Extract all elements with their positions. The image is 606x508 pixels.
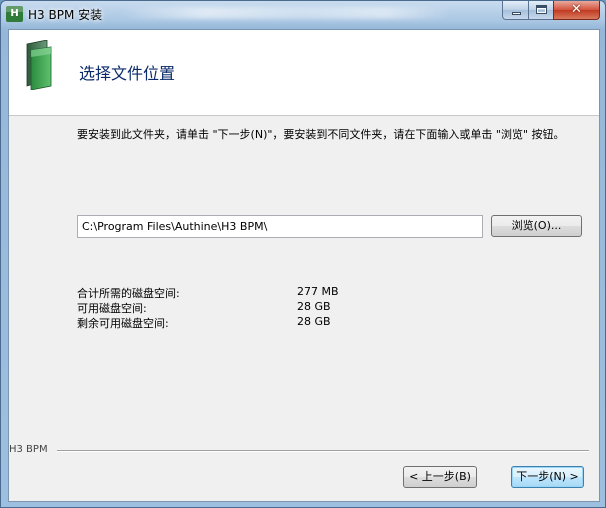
dialog-header: 选择文件位置 bbox=[9, 30, 599, 116]
space-required-value: 277 MB bbox=[297, 285, 339, 298]
next-button[interactable]: 下一步(N) > bbox=[511, 466, 584, 488]
footer-separator bbox=[57, 450, 589, 452]
install-path-input[interactable]: C:\Program Files\Authine\H3 BPM\ bbox=[77, 215, 483, 238]
dialog-body: 选择文件位置 要安装到此文件夹，请单击 "下一步(N)"，要安装到不同文件夹，请… bbox=[8, 29, 600, 502]
space-remaining-label: 剩余可用磁盘空间: bbox=[77, 317, 169, 330]
footer-brand: H3 BPM bbox=[9, 444, 48, 455]
window-title: H3 BPM 安装 bbox=[28, 8, 103, 22]
close-button[interactable]: ✕ bbox=[553, 1, 600, 20]
title-glass-glare bbox=[121, 7, 451, 19]
minimize-button[interactable] bbox=[502, 1, 529, 20]
maximize-icon bbox=[536, 5, 547, 14]
minimize-icon bbox=[512, 12, 521, 15]
space-available-value: 28 GB bbox=[297, 300, 331, 313]
close-icon: ✕ bbox=[571, 2, 582, 17]
space-required-label: 合计所需的磁盘空间: bbox=[77, 287, 180, 300]
title-bar[interactable]: H H3 BPM 安装 ✕ bbox=[1, 1, 605, 29]
back-button[interactable]: < 上一步(B) bbox=[403, 466, 477, 488]
space-remaining-value: 28 GB bbox=[297, 315, 331, 328]
folder-icon bbox=[26, 40, 52, 90]
instruction-text: 要安装到此文件夹，请单击 "下一步(N)"，要安装到不同文件夹，请在下面输入或单… bbox=[77, 128, 565, 141]
space-available-label: 可用磁盘空间: bbox=[77, 302, 147, 315]
browse-button[interactable]: 浏览(O)... bbox=[491, 215, 582, 237]
installer-window: H H3 BPM 安装 ✕ 选择文件位置 要安装到此文件夹，请单击 "下一步(N… bbox=[0, 0, 606, 508]
page-title: 选择文件位置 bbox=[79, 64, 176, 83]
maximize-button[interactable] bbox=[528, 1, 554, 20]
app-icon: H bbox=[6, 6, 23, 22]
